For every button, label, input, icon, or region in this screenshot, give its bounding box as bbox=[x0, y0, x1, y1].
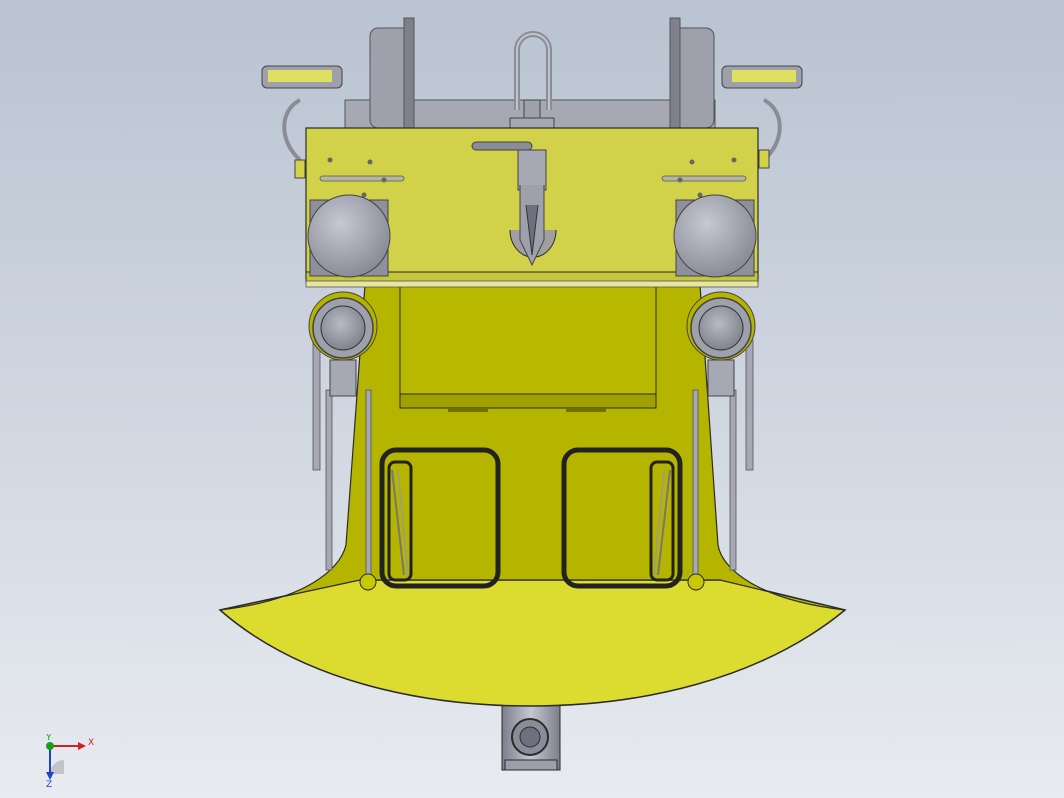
y-axis-dot bbox=[46, 742, 54, 750]
triad-arc bbox=[50, 760, 64, 774]
bottom-pin bbox=[501, 699, 561, 771]
x-axis-label: X bbox=[88, 738, 94, 748]
cad-viewport[interactable]: X Y Z bbox=[0, 0, 1064, 798]
left-lamp bbox=[307, 194, 391, 278]
right-lamp bbox=[673, 194, 757, 278]
coordinate-triad: X Y Z bbox=[45, 734, 94, 788]
z-axis-label: Z bbox=[46, 780, 52, 788]
right-wheel bbox=[669, 17, 715, 129]
z-axis-arrow bbox=[46, 772, 54, 780]
3d-model-view[interactable] bbox=[0, 0, 1064, 798]
lifting-shackle bbox=[509, 31, 555, 139]
center-panel bbox=[399, 285, 657, 412]
left-wheel bbox=[369, 17, 415, 129]
y-axis-label: Y bbox=[45, 734, 52, 743]
bucket-blade bbox=[218, 579, 847, 707]
x-axis-arrow bbox=[78, 742, 86, 750]
